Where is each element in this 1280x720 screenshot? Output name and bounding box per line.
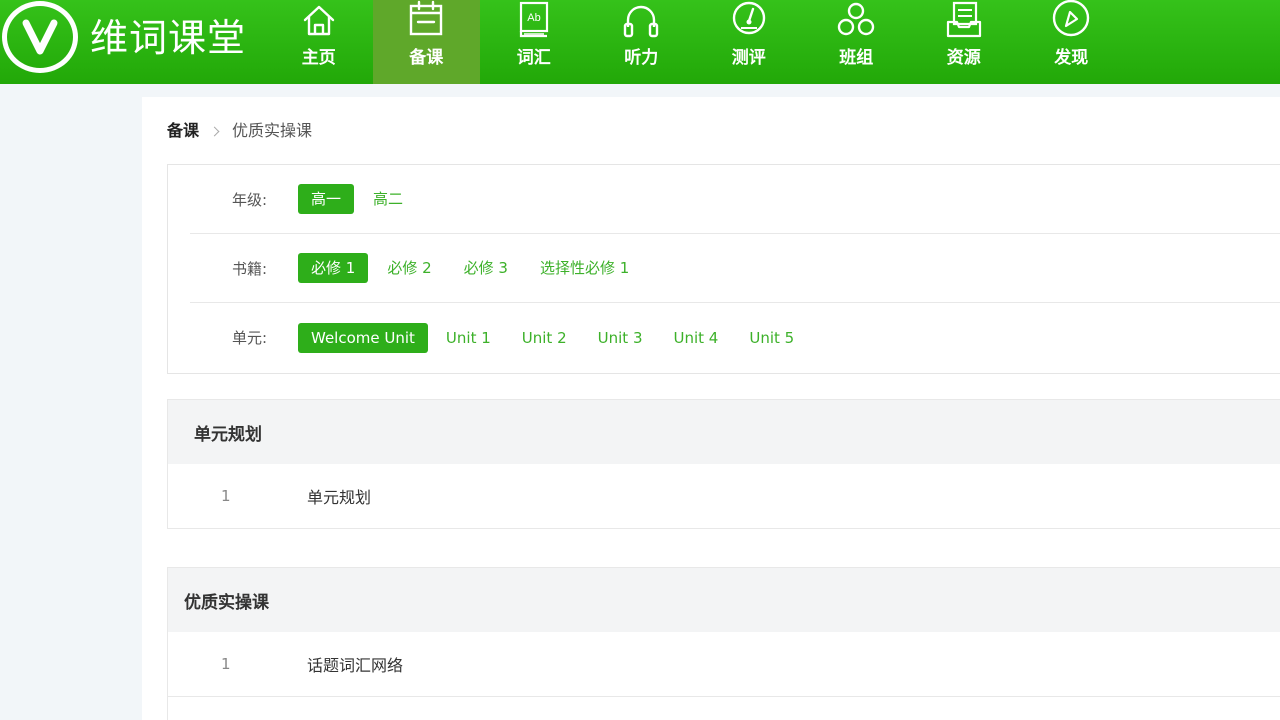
unit-option-3[interactable]: Unit 3	[585, 323, 656, 353]
book-option-2[interactable]: 必修 2	[374, 253, 444, 283]
main-nav: 主页 备课 Ab 词汇 听力 测评 班组 资源 发现	[265, 0, 1125, 84]
breadcrumb-root[interactable]: 备课	[167, 119, 199, 143]
nav-item-vocabulary[interactable]: Ab 词汇	[480, 0, 588, 84]
top-navigation-bar: 维词课堂 主页 备课 Ab 词汇 听力 测评 班组 资源 发现	[0, 0, 1280, 84]
unit-option-4[interactable]: Unit 4	[661, 323, 732, 353]
nav-item-listening[interactable]: 听力	[588, 0, 696, 84]
nav-item-assessment[interactable]: 测评	[695, 0, 803, 84]
filter-label-grade: 年级:	[232, 190, 268, 209]
section-unit-plan: 单元规划 1 单元规划	[167, 399, 1280, 529]
nav-item-class-group[interactable]: 班组	[803, 0, 911, 84]
filter-row-grade: 年级: 高一 高二	[190, 165, 1280, 234]
chevron-right-icon	[209, 126, 220, 136]
compass-icon	[1050, 0, 1092, 42]
unit-option-5[interactable]: Unit 5	[736, 323, 807, 353]
list-item[interactable]: 1 单元规划	[168, 464, 1280, 529]
nav-label-class-group: 班组	[839, 48, 874, 68]
breadcrumb-current: 优质实操课	[232, 121, 313, 140]
gauge-icon	[728, 0, 770, 42]
row-index: 1	[221, 487, 231, 505]
nav-label-discover: 发现	[1054, 48, 1089, 68]
unit-option-welcome[interactable]: Welcome Unit	[298, 322, 428, 353]
grade-option-2[interactable]: 高二	[360, 184, 416, 214]
row-title[interactable]: 单元规划	[307, 484, 371, 508]
nav-label-vocabulary: 词汇	[516, 48, 551, 68]
brand-name[interactable]: 维词课堂	[90, 12, 246, 64]
filter-row-book: 书籍: 必修 1 必修 2 必修 3 选择性必修 1	[190, 234, 1280, 303]
logo-icon[interactable]	[2, 1, 78, 73]
book-option-4[interactable]: 选择性必修 1	[527, 253, 642, 283]
list-item[interactable]: 1 话题词汇网络	[168, 632, 1280, 697]
grade-option-1[interactable]: 高一	[298, 184, 355, 214]
nav-item-discover[interactable]: 发现	[1018, 0, 1126, 84]
section-quality-lessons: 优质实操课 1 话题词汇网络	[167, 567, 1280, 720]
main-panel: 备课 优质实操课 年级: 高一 高二 书籍: 必修 1 必修 2 必修 3 选择…	[142, 97, 1280, 720]
book-icon: Ab	[513, 0, 555, 42]
unit-option-2[interactable]: Unit 2	[509, 323, 580, 353]
book-option-3[interactable]: 必修 3	[451, 253, 521, 283]
nav-item-home[interactable]: 主页	[265, 0, 373, 84]
section-title-quality-lessons: 优质实操课	[168, 568, 1280, 632]
filter-label-unit: 单元:	[232, 329, 268, 347]
nav-label-lesson-prep: 备课	[409, 48, 444, 68]
filter-panel: 年级: 高一 高二 书籍: 必修 1 必修 2 必修 3 选择性必修 1 单元:…	[167, 164, 1280, 374]
nav-label-assessment: 测评	[731, 48, 766, 68]
logo-v-icon	[22, 19, 58, 55]
filter-row-unit: 单元: Welcome Unit Unit 1 Unit 2 Unit 3 Un…	[190, 303, 1280, 372]
breadcrumb: 备课 优质实操课	[167, 119, 312, 143]
nav-label-listening: 听力	[624, 48, 659, 68]
row-index: 1	[221, 655, 231, 673]
calendar-icon	[405, 0, 447, 42]
row-title[interactable]: 话题词汇网络	[307, 652, 403, 676]
nav-item-resources[interactable]: 资源	[910, 0, 1018, 84]
resource-icon	[943, 0, 985, 42]
section-title-unit-plan: 单元规划	[168, 400, 1280, 464]
nav-label-home: 主页	[301, 48, 336, 68]
headphones-icon	[620, 0, 662, 42]
filter-label-book: 书籍:	[232, 259, 268, 278]
group-icon	[835, 0, 877, 42]
book-icon-text: Ab	[527, 12, 540, 24]
nav-label-resources: 资源	[946, 48, 981, 68]
book-option-1[interactable]: 必修 1	[298, 253, 369, 283]
nav-item-lesson-prep[interactable]: 备课	[372, 0, 480, 84]
unit-option-1[interactable]: Unit 1	[433, 323, 504, 353]
home-icon	[298, 0, 340, 42]
